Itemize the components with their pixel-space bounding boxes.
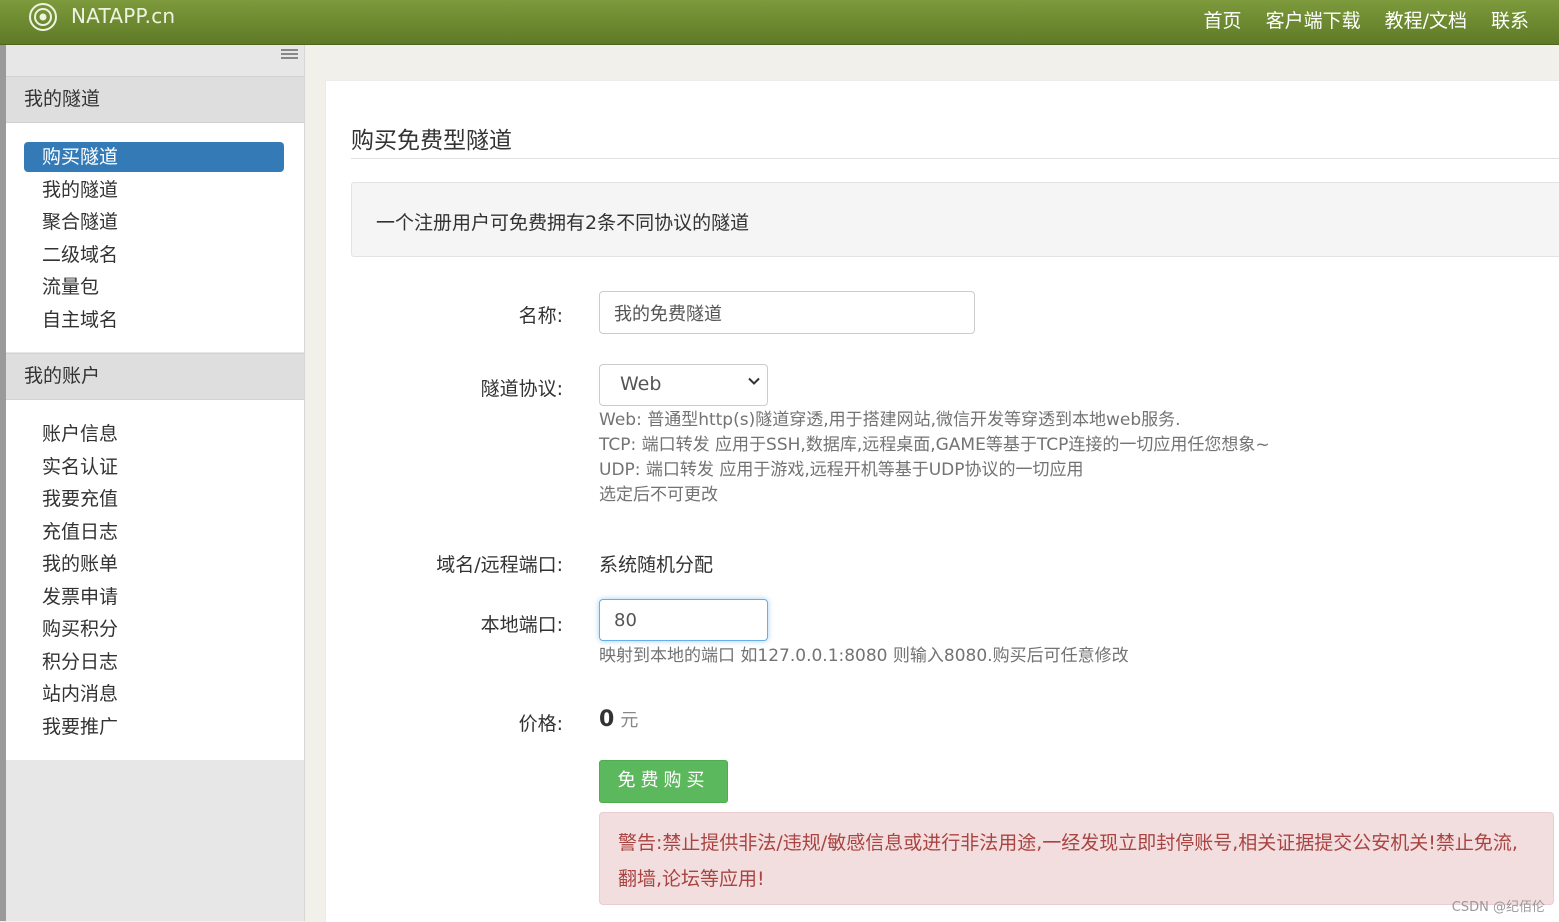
chevron-down-icon bbox=[748, 377, 760, 385]
name-input[interactable] bbox=[599, 291, 975, 334]
sidebar-item-bills[interactable]: 我的账单 bbox=[24, 549, 284, 579]
local-port-label: 本地端口: bbox=[480, 614, 563, 636]
sidebar-item-account-info[interactable]: 账户信息 bbox=[24, 419, 284, 449]
csdn-watermark: CSDN @纪佰伦 bbox=[1451, 900, 1545, 915]
protocol-help-note: 选定后不可更改 bbox=[599, 485, 718, 505]
natapp-logo-icon bbox=[29, 3, 57, 31]
sidebar-item-verification[interactable]: 实名认证 bbox=[24, 452, 284, 482]
name-label: 名称: bbox=[518, 305, 563, 327]
notice-text: 一个注册用户可免费拥有2条不同协议的隧道 bbox=[376, 212, 750, 234]
protocol-help-udp: UDP: 端口转发 应用于游戏,远程开机等基于UDP协议的一切应用 bbox=[599, 460, 1084, 480]
sidebar-item-buy-points[interactable]: 购买积分 bbox=[24, 614, 284, 644]
sidebar-item-recharge[interactable]: 我要充值 bbox=[24, 484, 284, 514]
sidebar-item-points-log[interactable]: 积分日志 bbox=[24, 647, 284, 677]
main-panel: 购买免费型隧道 一个注册用户可免费拥有2条不同协议的隧道 名称: 隧道协议: W… bbox=[325, 80, 1559, 922]
protocol-help: Web: 普通型http(s)隧道穿透,用于搭建网站,微信开发等穿透到本地web… bbox=[599, 408, 1270, 508]
sidebar-section-account: 我的账户 bbox=[6, 353, 304, 400]
sidebar-item-traffic-pack[interactable]: 流量包 bbox=[24, 272, 284, 302]
sidebar-collapse-icon[interactable] bbox=[281, 49, 298, 62]
free-buy-button[interactable]: 免费购买 bbox=[599, 760, 728, 803]
brand-name[interactable]: NATAPP.cn bbox=[71, 4, 175, 28]
price-value: 0 bbox=[599, 707, 615, 732]
sidebar-item-subdomain[interactable]: 二级域名 bbox=[24, 240, 284, 270]
protocol-help-web: Web: 普通型http(s)隧道穿透,用于搭建网站,微信开发等穿透到本地web… bbox=[599, 410, 1181, 430]
protocol-help-tcp: TCP: 端口转发 应用于SSH,数据库,远程桌面,GAME等基于TCP连接的一… bbox=[599, 435, 1270, 455]
local-port-input[interactable] bbox=[599, 599, 768, 641]
price-unit: 元 bbox=[620, 710, 639, 731]
page-title: 购买免费型隧道 bbox=[351, 128, 512, 154]
nav-link-download[interactable]: 客户端下载 bbox=[1266, 6, 1361, 33]
warning-alert: 警告:禁止提供非法/违规/敏感信息或进行非法用途,一经发现立即封停账号,相关证据… bbox=[599, 812, 1554, 905]
protocol-label: 隧道协议: bbox=[480, 378, 563, 400]
domain-value: 系统随机分配 bbox=[599, 554, 714, 576]
price-display: 0元 bbox=[599, 706, 638, 732]
domain-label: 域名/远程端口: bbox=[436, 554, 563, 576]
nav-link-docs[interactable]: 教程/文档 bbox=[1385, 6, 1467, 33]
sidebar-account-menu: 账户信息 实名认证 我要充值 充值日志 我的账单 发票申请 购买积分 积分日志 … bbox=[6, 400, 304, 760]
sidebar-item-messages[interactable]: 站内消息 bbox=[24, 679, 284, 709]
sidebar-item-invoice[interactable]: 发票申请 bbox=[24, 582, 284, 612]
nav-link-home[interactable]: 首页 bbox=[1204, 6, 1242, 33]
sidebar-item-recharge-log[interactable]: 充值日志 bbox=[24, 517, 284, 547]
protocol-selected-value: Web bbox=[620, 373, 662, 395]
top-nav-links: 首页 客户端下载 教程/文档 联系 bbox=[1204, 6, 1529, 33]
sidebar-item-my-tunnels[interactable]: 我的隧道 bbox=[24, 175, 284, 205]
sidebar: 我的隧道 购买隧道 我的隧道 聚合隧道 二级域名 流量包 自主域名 我的账户 账… bbox=[6, 45, 305, 921]
sidebar-item-custom-domain[interactable]: 自主域名 bbox=[24, 305, 284, 335]
top-navbar: NATAPP.cn 首页 客户端下载 教程/文档 联系 bbox=[0, 0, 1559, 45]
protocol-select[interactable]: Web bbox=[599, 364, 768, 406]
sidebar-item-promote[interactable]: 我要推广 bbox=[24, 712, 284, 742]
nav-link-contact[interactable]: 联系 bbox=[1491, 6, 1529, 33]
sidebar-item-buy-tunnel[interactable]: 购买隧道 bbox=[24, 142, 284, 172]
local-port-help: 映射到本地的端口 如127.0.0.1:8080 则输入8080.购买后可任意修… bbox=[599, 646, 1129, 666]
sidebar-section-tunnels: 我的隧道 bbox=[6, 76, 304, 123]
title-divider bbox=[351, 158, 1559, 159]
price-label: 价格: bbox=[518, 713, 563, 735]
sidebar-tunnels-menu: 购买隧道 我的隧道 聚合隧道 二级域名 流量包 自主域名 bbox=[6, 123, 304, 352]
sidebar-item-aggregate-tunnels[interactable]: 聚合隧道 bbox=[24, 207, 284, 237]
notice-well: 一个注册用户可免费拥有2条不同协议的隧道 bbox=[351, 182, 1559, 257]
